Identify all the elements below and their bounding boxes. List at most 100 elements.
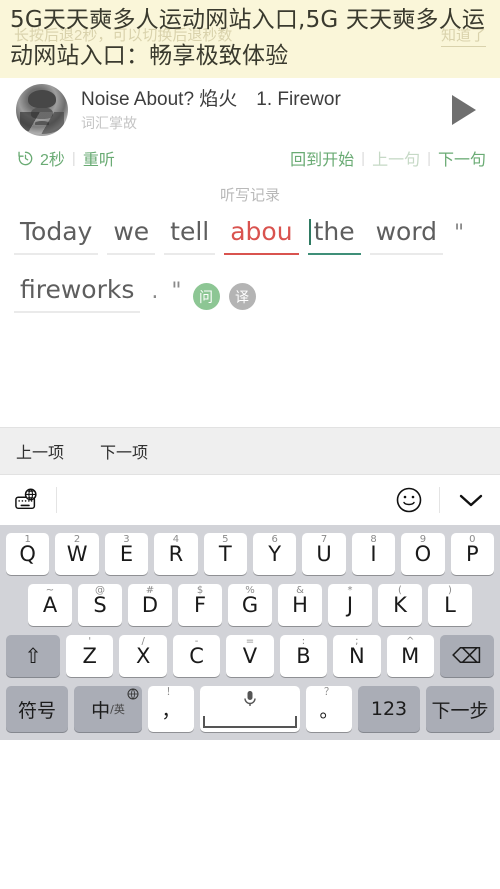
rewind-seconds-label[interactable]: 2秒 <box>40 146 65 170</box>
accessory-divider <box>439 487 440 513</box>
dictation-heading: 听写记录 <box>219 187 280 204</box>
dictation-word[interactable]: fireworks <box>14 273 141 313</box>
key-superscript: 4 <box>172 534 180 545</box>
key-a[interactable]: ~ A <box>28 584 72 626</box>
key-superscript: ; <box>355 636 359 647</box>
key-superscript: @ <box>95 585 105 596</box>
back-to-start-button[interactable]: 回到开始 <box>290 146 354 170</box>
dictation-word[interactable]: tell <box>164 215 216 255</box>
key-superscript: % <box>245 585 255 596</box>
key-y[interactable]: 6Y <box>253 533 297 575</box>
key-b[interactable]: :B <box>279 635 328 677</box>
dictation-word[interactable]: Today <box>14 215 99 255</box>
dictation-line: Today we tell abou the word " <box>14 215 486 255</box>
dictation-punctuation[interactable]: " <box>169 275 183 313</box>
key-k[interactable]: (K <box>378 584 422 626</box>
accessory-divider <box>56 487 57 513</box>
key-o[interactable]: 9O <box>401 533 445 575</box>
period-key[interactable]: ？ 。 <box>306 686 352 732</box>
shift-key[interactable]: ⇧ <box>6 635 60 677</box>
key-superscript: / <box>141 636 145 647</box>
key-c[interactable]: -C <box>172 635 221 677</box>
key-label: X <box>135 644 151 668</box>
dictation-word[interactable]: abou <box>224 215 299 255</box>
key-label: E <box>119 542 134 566</box>
globe-keyboard-icon[interactable] <box>14 488 40 512</box>
prev-item-button[interactable]: 上一项 <box>16 439 64 463</box>
key-superscript: & <box>296 585 304 596</box>
space-key-content <box>203 690 297 728</box>
key-p[interactable]: 0P <box>450 533 495 575</box>
key-e[interactable]: 3E <box>104 533 149 575</box>
dictation-word[interactable]: word <box>369 215 444 255</box>
key-l[interactable]: ) L <box>428 584 472 626</box>
key-f[interactable]: $ F <box>178 584 222 626</box>
control-separator: | <box>71 149 76 167</box>
key-superscript: * <box>347 585 353 596</box>
replay-button[interactable]: 重听 <box>83 146 115 170</box>
key-d[interactable]: # D <box>128 584 172 626</box>
key-q[interactable]: 1Q <box>5 533 50 575</box>
period-key-label: 。 <box>319 699 339 722</box>
question-badge[interactable]: 问 <box>192 283 220 310</box>
translate-badge[interactable]: 译 <box>228 283 256 310</box>
key-label: H <box>292 593 308 617</box>
numbers-key[interactable]: 123 <box>358 686 420 732</box>
key-label: C <box>189 644 204 668</box>
key-v[interactable]: = V <box>226 635 274 677</box>
space-key[interactable] <box>200 686 300 732</box>
key-n[interactable]: ; N <box>333 635 381 677</box>
play-button[interactable] <box>444 90 484 130</box>
dictation-area: Today we tell abou the word " fireworks. " 问译 <box>0 215 500 313</box>
key-j[interactable]: * J <box>328 584 372 626</box>
key-m[interactable]: ^ M <box>386 635 434 677</box>
key-label: T <box>218 542 232 566</box>
key-h[interactable]: & H <box>278 584 322 626</box>
key-superscript: 5 <box>222 534 229 545</box>
control-separator: | <box>427 149 431 167</box>
virtual-keyboard: 1Q2W3E4R5T6Y7U8I9O0P ~ A @ S # D $ F% G & H * J(K) L … <box>0 525 500 740</box>
key-r[interactable]: 4R <box>154 533 198 575</box>
key-x[interactable]: / X <box>119 635 167 677</box>
key-label: Y <box>268 542 282 566</box>
dictation-word[interactable]: the <box>307 215 361 255</box>
next-item-button[interactable]: 下一项 <box>100 439 148 463</box>
key-superscript: ' <box>88 636 92 647</box>
period-key-sup: ？ <box>324 687 334 698</box>
key-u[interactable]: 7U <box>302 533 346 575</box>
key-z[interactable]: ' Z <box>66 635 114 677</box>
dictation-word[interactable]: we <box>107 215 156 255</box>
accessory-right-group <box>395 486 486 514</box>
key-superscript: - <box>194 636 199 647</box>
key-superscript: 9 <box>419 534 427 545</box>
key-label: S <box>93 593 107 617</box>
key-superscript: 3 <box>123 534 130 545</box>
smiley-face-icon[interactable] <box>395 486 423 514</box>
language-toggle-key[interactable]: 中/英 <box>74 686 142 732</box>
symbols-key[interactable]: 符号 <box>6 686 68 732</box>
next-sentence-button[interactable]: 下一句 <box>438 146 486 170</box>
key-label: L <box>444 593 456 617</box>
album-art-thumbnail <box>16 84 68 136</box>
key-label: Z <box>82 644 97 668</box>
key-w[interactable]: 2W <box>55 533 99 575</box>
keyboard-row: ~ A @ S # D $ F% G & H * J(K) L <box>3 584 497 626</box>
key-i[interactable]: 8I <box>351 533 396 575</box>
backspace-key[interactable]: ⌫ <box>440 635 494 677</box>
dictation-punctuation[interactable]: " <box>452 217 466 255</box>
next-step-key[interactable]: 下一步 <box>426 686 494 732</box>
key-superscript: 1 <box>24 534 31 545</box>
chevron-down-icon[interactable] <box>456 489 486 511</box>
dictation-punctuation[interactable]: . <box>149 275 160 313</box>
comma-key[interactable]: ！ ， <box>148 686 194 732</box>
playback-controls-right: 回到开始 | 上一句 | 下一句 <box>290 146 486 170</box>
prev-sentence-button[interactable]: 上一句 <box>372 146 420 170</box>
rewind-clock-icon[interactable] <box>16 149 35 168</box>
key-label: B <box>296 644 311 668</box>
key-label: P <box>465 542 479 566</box>
key-g[interactable]: % G <box>228 584 272 626</box>
key-s[interactable]: @ S <box>78 584 122 626</box>
play-triangle-icon <box>452 95 476 125</box>
key-label: J <box>346 593 354 617</box>
key-t[interactable]: 5T <box>203 533 247 575</box>
